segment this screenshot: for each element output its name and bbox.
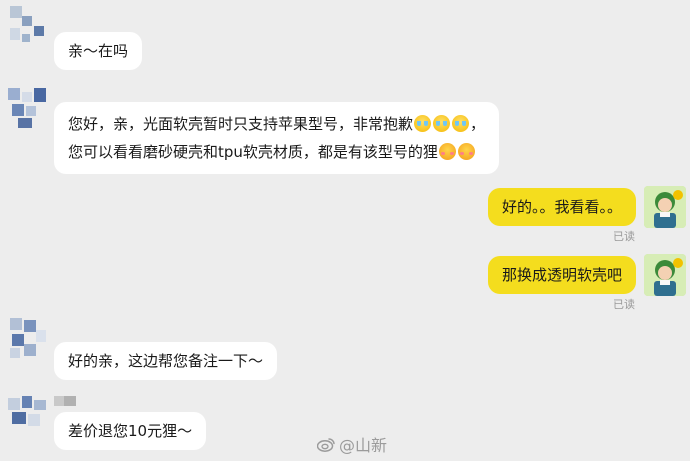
watermark-text: @山新 <box>338 436 387 455</box>
message-text: 那换成透明软壳吧 <box>501 266 622 284</box>
message-bubble[interactable]: 差价退您10元狸～ <box>54 412 207 450</box>
blushing-face-emoji-icon <box>457 143 475 160</box>
message-text: 差价退您10元狸～ <box>68 422 193 440</box>
avatar-character-icon <box>644 186 686 228</box>
message-text: 您好，亲，光面软壳暂时只支持苹果型号，非常抱歉 <box>68 115 414 133</box>
watermark: @山新 <box>316 432 387 456</box>
avatar[interactable] <box>8 4 50 46</box>
avatar[interactable] <box>8 88 50 130</box>
crying-face-emoji-icon <box>452 115 470 132</box>
avatar[interactable] <box>644 186 686 228</box>
message-text: 好的亲，这边帮您备注一下～ <box>68 352 264 370</box>
message-text: 您可以看看磨砂硬壳和tpu软壳材质，都是有该型号的狸 <box>68 143 438 161</box>
message-line: 您好，亲，光面软壳暂时只支持苹果型号，非常抱歉 ， <box>68 110 485 138</box>
message-text: ， <box>470 115 486 133</box>
read-status: 已读 <box>613 230 635 243</box>
blushing-face-emoji-icon <box>438 143 456 160</box>
read-status: 已读 <box>613 298 635 311</box>
message-bubble[interactable]: 亲～在吗 <box>54 32 143 70</box>
avatar-name-blur <box>54 396 78 406</box>
message-bubble[interactable]: 好的亲，这边帮您备注一下～ <box>54 342 278 380</box>
message-text: 亲～在吗 <box>68 42 129 60</box>
avatar-character-icon <box>644 254 686 296</box>
message-bubble[interactable]: 您好，亲，光面软壳暂时只支持苹果型号，非常抱歉 ， 您可以看看磨砂硬壳和tpu软壳… <box>54 102 500 174</box>
message-bubble[interactable]: 好的。。我看看。。 <box>487 188 636 226</box>
message-bubble[interactable]: 那换成透明软壳吧 <box>487 256 636 294</box>
avatar[interactable] <box>644 254 686 296</box>
avatar[interactable] <box>8 318 50 360</box>
crying-face-emoji-icon <box>414 115 432 132</box>
weibo-logo-icon <box>316 437 335 452</box>
message-text: 好的。。我看看。。 <box>501 198 622 216</box>
avatar[interactable] <box>8 396 50 438</box>
message-line: 您可以看看磨砂硬壳和tpu软壳材质，都是有该型号的狸 <box>68 138 485 166</box>
crying-face-emoji-icon <box>433 115 451 132</box>
